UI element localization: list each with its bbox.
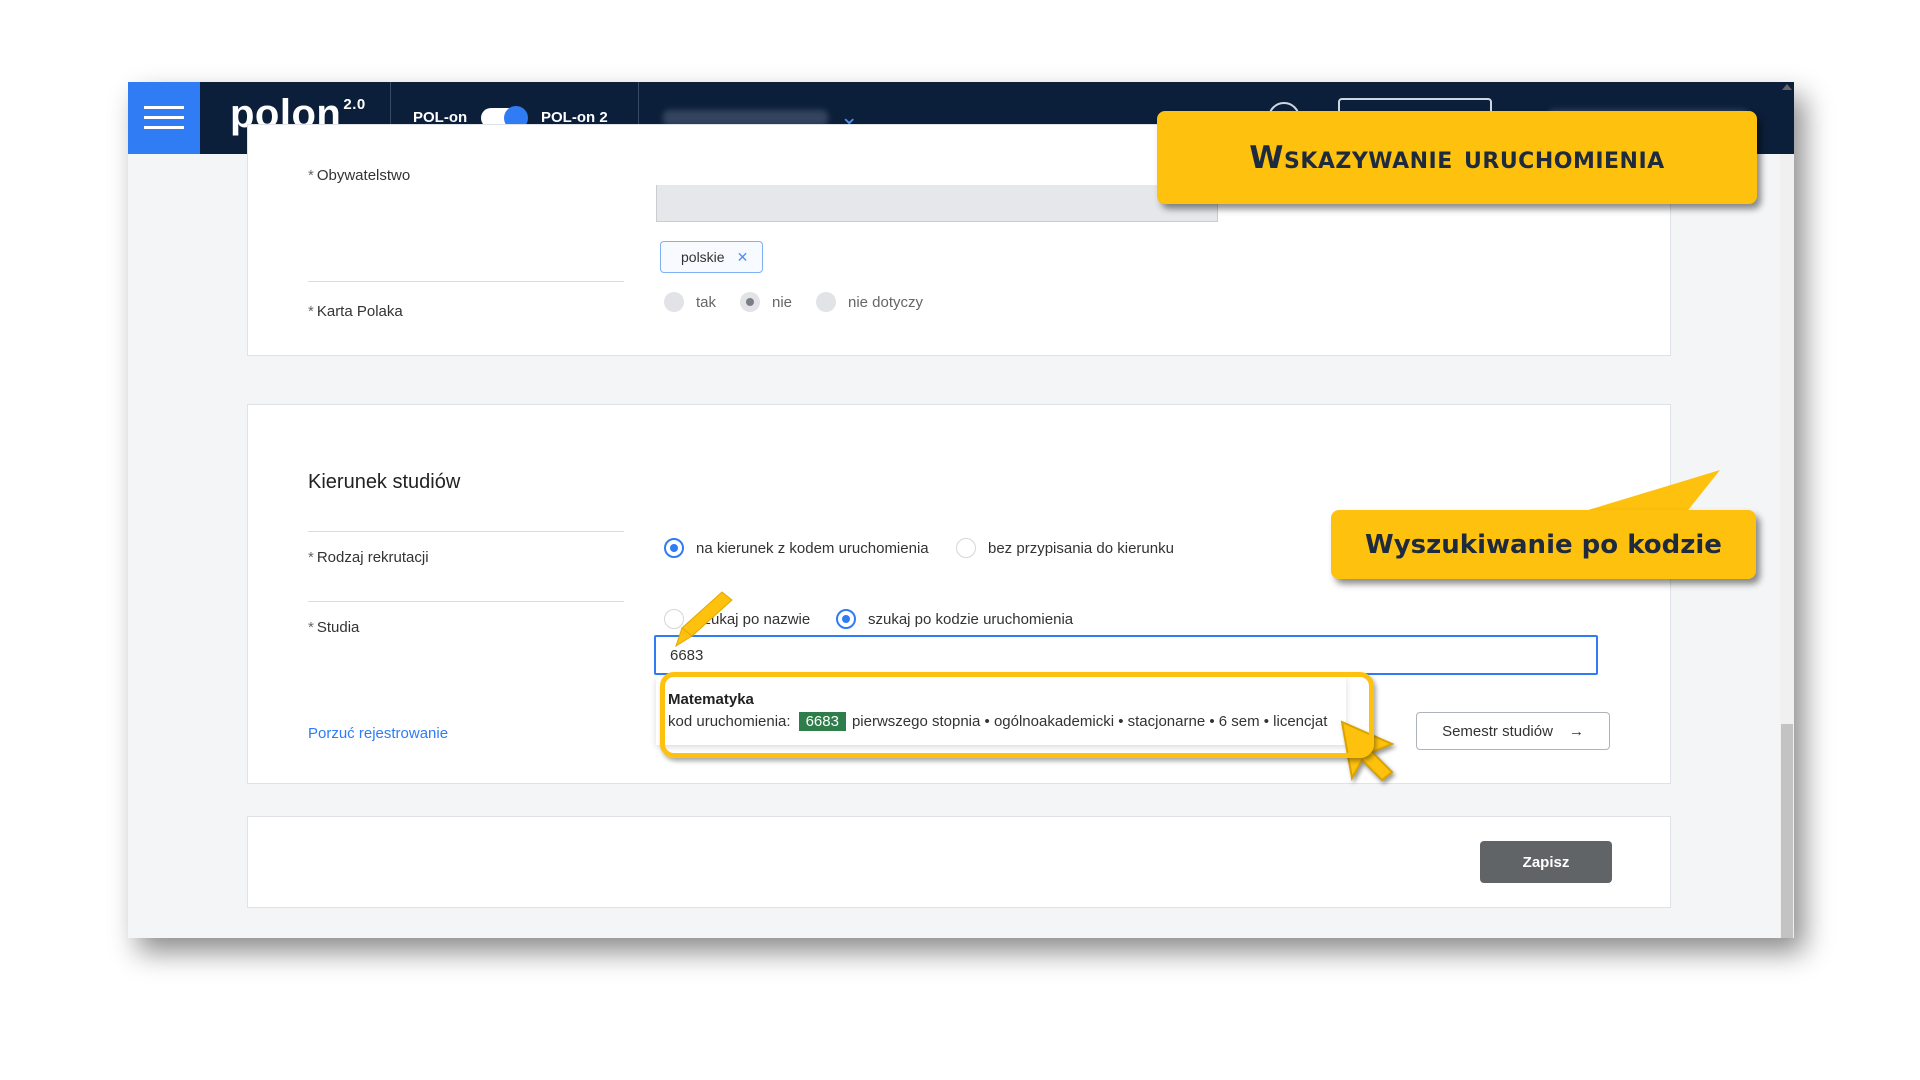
- callout-pointer: [1575, 470, 1720, 514]
- pencil-icon: [675, 591, 733, 648]
- annotation-subtitle: Wyszukiwanie po kodzie: [1331, 510, 1756, 579]
- annotation-subtitle-text: Wyszukiwanie po kodzie: [1365, 529, 1722, 560]
- result-highlight-box: [660, 672, 1374, 758]
